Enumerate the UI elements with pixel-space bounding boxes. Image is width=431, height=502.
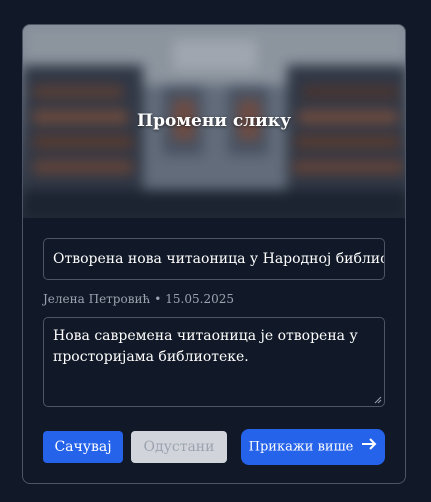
article-meta: Јелена Петровић • 15.05.2025 xyxy=(43,290,385,308)
description-text: Нова савремена читаоница је отворена у п… xyxy=(53,328,358,365)
title-input[interactable]: Отворена нова читаоница у Народној библи… xyxy=(43,238,385,280)
meta-separator: • xyxy=(154,292,162,306)
cancel-button[interactable]: Одустани xyxy=(131,431,227,463)
card-body: Отворена нова читаоница у Народној библи… xyxy=(23,218,405,465)
change-image-label[interactable]: Промени слику xyxy=(23,111,405,131)
cover-image[interactable]: Промени слику xyxy=(23,25,405,218)
author-name: Јелена Петровић xyxy=(43,292,151,306)
resize-handle-icon[interactable] xyxy=(374,396,382,404)
save-button[interactable]: Сачувај xyxy=(43,431,123,463)
action-bar: Сачувај Одустани Прикажи више xyxy=(43,429,385,465)
arrow-right-icon xyxy=(361,429,377,465)
show-more-button[interactable]: Прикажи више xyxy=(241,429,385,465)
description-textarea[interactable]: Нова савремена читаоница је отворена у п… xyxy=(43,317,385,407)
show-more-label: Прикажи више xyxy=(248,439,354,455)
news-edit-card: Промени слику Отворена нова читаоница у … xyxy=(22,24,406,484)
publish-date: 15.05.2025 xyxy=(165,292,234,306)
